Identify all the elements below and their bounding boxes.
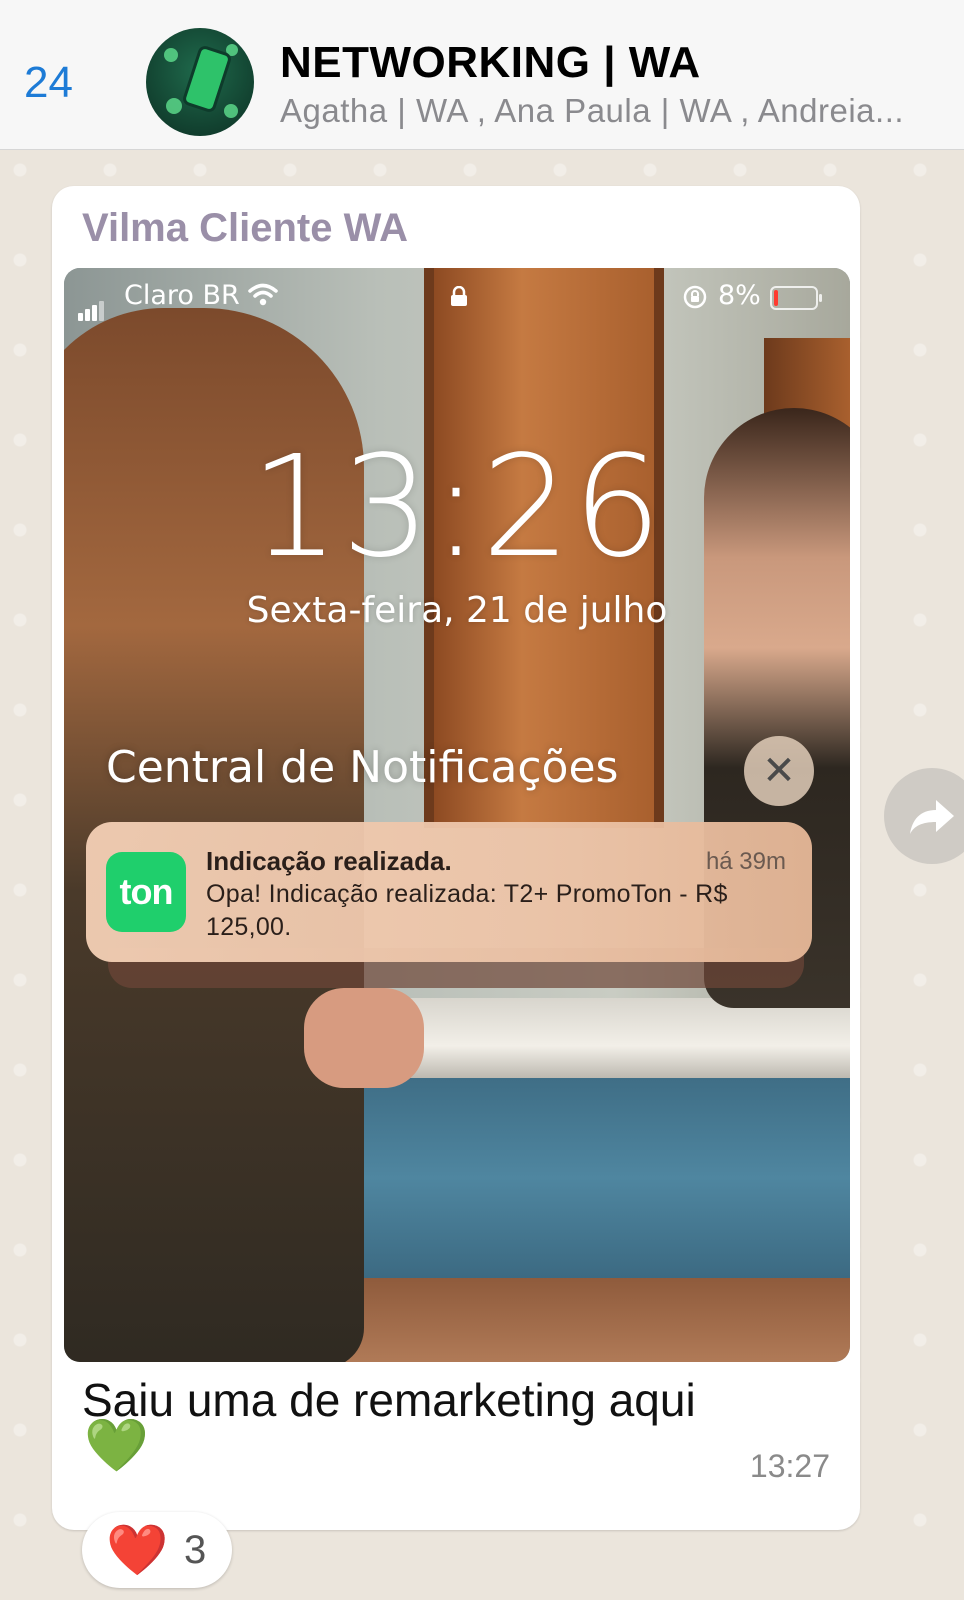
- group-members[interactable]: Agatha | WA , Ana Paula | WA , Andreia..…: [280, 92, 960, 130]
- message-image[interactable]: Claro BR 8% 13:26 Sexta-feira, 21 de jul…: [64, 268, 850, 1362]
- ton-app-icon: ton: [106, 852, 186, 932]
- close-icon: ✕: [744, 736, 814, 806]
- group-title[interactable]: NETWORKING | WA: [280, 38, 701, 88]
- lock-screen-time: 13:26: [250, 426, 664, 589]
- notification-card: ton Indicação realizada. há 39m Opa! Ind…: [86, 822, 812, 962]
- reaction-count: 3: [184, 1528, 207, 1572]
- message-bubble[interactable]: Vilma Cliente WA Claro BR 8% 13:26 Sexta…: [52, 186, 860, 1530]
- forward-icon: [910, 800, 954, 834]
- whatsapp-phone-icon: [181, 44, 233, 114]
- heart-reaction-icon: ❤️: [106, 1521, 169, 1579]
- lock-icon: [451, 286, 467, 306]
- message-text: Saiu uma de remarketing aqui: [82, 1374, 696, 1426]
- green-heart-emoji: 💚: [84, 1416, 149, 1476]
- group-avatar[interactable]: [146, 28, 254, 136]
- notification-center-title: Central de Notificações: [106, 742, 619, 793]
- carrier-name: Claro BR: [124, 280, 240, 311]
- sender-name[interactable]: Vilma Cliente WA: [82, 206, 408, 251]
- rotation-lock-icon: [683, 285, 707, 309]
- back-button-unread-count[interactable]: 24: [24, 58, 73, 108]
- battery-icon: [770, 286, 822, 310]
- reaction-pill[interactable]: ❤️ 3: [82, 1512, 232, 1588]
- wifi-icon: [248, 283, 278, 306]
- phone-status-bar: Claro BR 8%: [78, 276, 838, 321]
- chat-header: 24 NETWORKING | WA Agatha | WA , Ana Pau…: [0, 0, 964, 150]
- signal-icon: [78, 290, 106, 321]
- message-timestamp: 13:27: [749, 1448, 830, 1484]
- lock-screen-date: Sexta-feira, 21 de julho: [246, 590, 668, 631]
- notification-time: há 39m: [705, 848, 786, 875]
- notification-title: Indicação realizada.: [206, 846, 452, 876]
- battery-percentage: 8%: [718, 280, 761, 311]
- notification-body: Opa! Indicação realizada: T2+ PromoTon -…: [206, 880, 728, 941]
